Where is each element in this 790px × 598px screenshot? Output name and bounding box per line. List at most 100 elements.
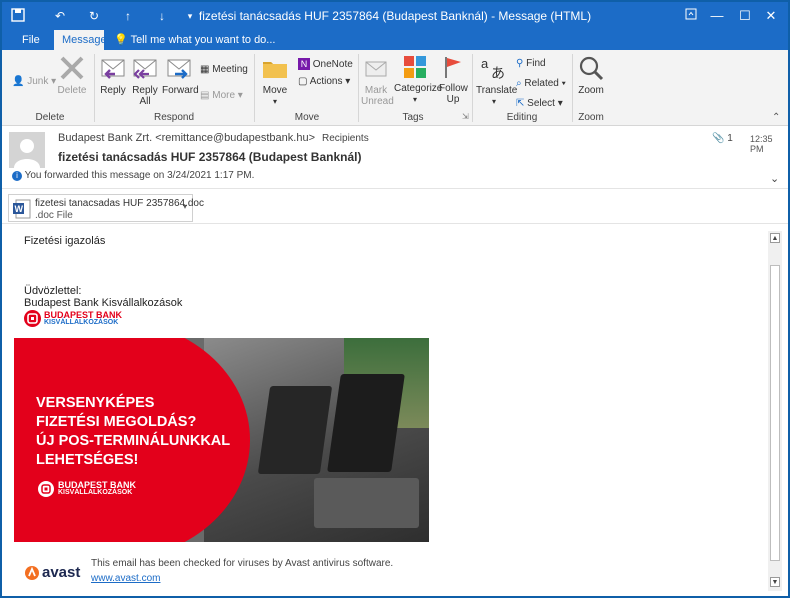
- greeting: Üdvözlettel:: [24, 285, 82, 297]
- move-button[interactable]: Move ▾: [258, 54, 292, 107]
- avast-logo-icon: [25, 566, 39, 580]
- tell-me-search[interactable]: 💡 Tell me what you want to do...: [110, 30, 283, 50]
- search-icon: ⚲: [516, 58, 524, 69]
- ribbon-tabs: File Message 💡 Tell me what you want to …: [2, 30, 788, 50]
- reply-icon: [101, 59, 125, 79]
- onenote-icon: N: [298, 58, 310, 70]
- group-tags-label: Tags: [402, 112, 424, 123]
- paperclip-icon: 📎: [712, 133, 725, 144]
- message-header: Budapest Bank Zrt. <remittance@budapestb…: [2, 126, 788, 188]
- related-button[interactable]: ⌕ Related ▾: [516, 78, 566, 89]
- scroll-down-icon[interactable]: ▼: [770, 577, 780, 587]
- sender[interactable]: Budapest Bank Zrt. <remittance@budapestb…: [58, 132, 315, 144]
- ribbon-separator: [254, 54, 255, 122]
- vertical-scrollbar[interactable]: ▲ ▼: [768, 231, 782, 591]
- find-button[interactable]: ⚲ Find: [516, 58, 546, 69]
- ribbon: 👤 Junk ▾ Delete Delete Reply Reply All F…: [2, 50, 788, 126]
- follow-up-button[interactable]: Follow Up: [438, 54, 468, 105]
- received-time: 12:35 PM: [750, 134, 773, 154]
- ribbon-separator: [358, 54, 359, 122]
- avast-text: This email has been checked for viruses …: [91, 558, 394, 569]
- tab-message[interactable]: Message: [54, 30, 107, 50]
- budapest-bank-logo-icon: [24, 310, 41, 327]
- categorize-icon: [404, 56, 426, 78]
- scroll-thumb[interactable]: [770, 265, 780, 561]
- actions-button[interactable]: ▢ Actions ▾: [298, 76, 350, 87]
- cursor-icon: ⇱: [516, 98, 525, 109]
- logo-text-bottom: KISVÁLLALKOZÁSOK: [44, 319, 119, 326]
- delete-x-icon: [60, 56, 84, 80]
- attachment-bar: W fizetesi tanacsadas HUF 2357864.doc .d…: [2, 188, 788, 224]
- forward-button[interactable]: Forward: [162, 54, 199, 96]
- categorize-button[interactable]: Categorize ▾: [394, 54, 442, 105]
- ribbon-separator: [472, 54, 473, 122]
- actions-icon: ▢: [298, 76, 308, 87]
- tags-dialog-launcher-icon[interactable]: ⇲: [462, 112, 469, 121]
- group-zoom-label: Zoom: [578, 112, 604, 123]
- group-move-label: Move: [294, 112, 320, 123]
- scroll-up-icon[interactable]: ▲: [770, 233, 780, 243]
- onenote-button[interactable]: N OneNote: [298, 58, 353, 70]
- zoom-button[interactable]: Zoom: [576, 54, 606, 96]
- banner-logo: BUDAPEST BANK KISVÁLLALKOZÁSOK: [38, 480, 158, 500]
- reply-button[interactable]: Reply: [98, 54, 128, 96]
- ribbon-separator: [572, 54, 573, 122]
- mark-unread-button[interactable]: Mark Unread: [360, 54, 394, 107]
- close-button[interactable]: ✕: [760, 6, 782, 26]
- forward-icon: [167, 59, 191, 79]
- signature: Budapest Bank Kisvállalkozások: [24, 297, 183, 309]
- pos-terminal-base: [314, 478, 419, 528]
- info-icon: i: [12, 171, 22, 181]
- message-body: Fizetési igazolás Üdvözlettel: Budapest …: [2, 225, 768, 596]
- group-editing-label: Editing: [506, 112, 538, 123]
- collapse-ribbon-icon[interactable]: ⌃: [772, 112, 780, 123]
- ribbon-display-icon[interactable]: [680, 6, 702, 26]
- reply-all-icon: [133, 59, 157, 79]
- attachment-item[interactable]: W fizetesi tanacsadas HUF 2357864.doc .d…: [8, 194, 204, 222]
- word-doc-icon: W: [13, 199, 31, 219]
- undo-icon[interactable]: ↶: [52, 8, 68, 24]
- select-button[interactable]: ⇱ Select ▾: [516, 98, 563, 109]
- avast-link[interactable]: www.avast.com: [91, 573, 160, 584]
- down-arrow-icon[interactable]: ↓: [154, 8, 170, 24]
- message-subject: fizetési tanácsadás HUF 2357864 (Budapes…: [58, 150, 362, 164]
- magnifier-icon: [579, 56, 604, 81]
- window-title: fizetési tanácsadás HUF 2357864 (Budapes…: [198, 9, 592, 23]
- ribbon-separator: [94, 54, 95, 122]
- attachment-dropdown-icon[interactable]: ▾: [183, 202, 187, 211]
- title-bar: ↶ ↻ ↑ ↓ ▾ fizetési tanácsadás HUF 235786…: [2, 2, 788, 30]
- related-icon: ⌕: [516, 78, 522, 89]
- group-delete-label: Delete: [35, 112, 65, 123]
- banner-logo-icon: [38, 481, 54, 497]
- flag-icon: [445, 57, 461, 78]
- translate-button[interactable]: aあ Translate ▾: [476, 54, 517, 107]
- up-arrow-icon[interactable]: ↑: [120, 8, 136, 24]
- svg-text:W: W: [15, 204, 24, 214]
- expand-header-icon[interactable]: ⌄: [770, 172, 779, 185]
- svg-text:a: a: [481, 56, 489, 71]
- tab-file[interactable]: File: [14, 30, 48, 50]
- folder-icon: [263, 62, 287, 78]
- maximize-button[interactable]: ☐: [734, 6, 756, 26]
- pos-terminal-image: [257, 386, 333, 474]
- group-respond-label: Respond: [153, 112, 195, 123]
- budapest-bank-logo: BUDAPEST BANK KISVÁLLALKOZÁSOK: [24, 310, 144, 330]
- minimize-button[interactable]: —: [706, 6, 728, 26]
- reply-all-button[interactable]: Reply All: [130, 54, 160, 107]
- recipients-button[interactable]: Recipients: [322, 133, 369, 144]
- svg-text:あ: あ: [491, 66, 505, 82]
- lightbulb-icon: 💡: [114, 34, 128, 46]
- envelope-icon: [365, 61, 387, 77]
- meeting-button[interactable]: ▦ Meeting: [200, 64, 248, 75]
- save-icon[interactable]: [10, 8, 26, 24]
- delete-button[interactable]: Delete: [56, 54, 88, 96]
- info-bar: i You forwarded this message on 3/24/202…: [12, 170, 254, 181]
- attachment-name: fizetesi tanacsadas HUF 2357864.doc: [35, 198, 204, 209]
- avast-logo: avast: [24, 563, 84, 585]
- junk-icon: 👤: [12, 76, 25, 87]
- translate-icon: aあ: [481, 56, 505, 82]
- redo-icon[interactable]: ↻: [86, 8, 102, 24]
- calendar-icon: ▦: [200, 64, 210, 75]
- junk-button[interactable]: 👤 Junk ▾: [12, 76, 56, 87]
- more-respond-button[interactable]: ▤ More ▾: [200, 90, 243, 101]
